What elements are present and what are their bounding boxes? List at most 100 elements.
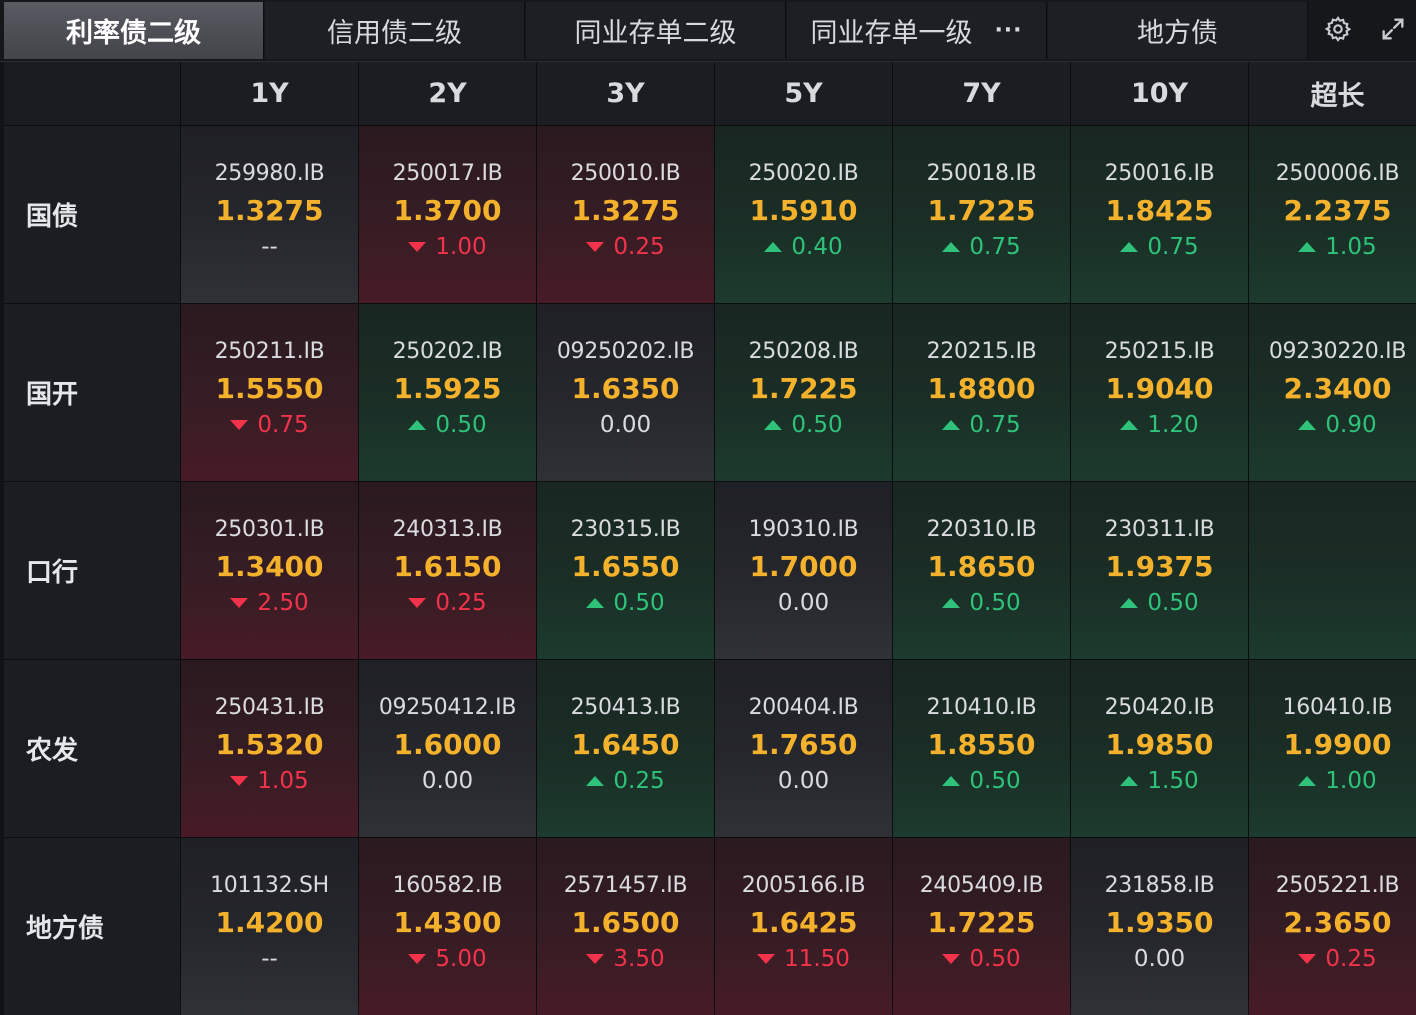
bond-quote-cell[interactable]: 250301.IB 1.3400 2.50 bbox=[181, 482, 358, 659]
bond-quote-cell[interactable]: 230315.IB 1.6550 0.50 bbox=[537, 482, 714, 659]
triangle-up-icon bbox=[1298, 242, 1317, 252]
yield-change-value: -- bbox=[261, 946, 278, 972]
bond-code: 101132.SH bbox=[210, 873, 329, 898]
column-header: 3Y bbox=[537, 62, 714, 125]
yield-change-value: 0.50 bbox=[969, 768, 1021, 794]
bond-yield: 1.7225 bbox=[749, 372, 858, 405]
bond-quote-cell[interactable]: 09230220.IB 2.3400 0.90 bbox=[1249, 304, 1416, 481]
bond-quote-cell[interactable]: 160410.IB 1.9900 1.00 bbox=[1249, 660, 1416, 837]
bond-quote-cell[interactable]: 259980.IB 1.3275 -- bbox=[181, 126, 358, 303]
yield-change-value: 0.75 bbox=[969, 234, 1021, 260]
yield-change: 0.00 bbox=[778, 766, 829, 796]
bond-quote-cell[interactable]: 2571457.IB 1.6500 3.50 bbox=[537, 838, 714, 1015]
bond-quote-cell[interactable]: 220215.IB 1.8800 0.75 bbox=[893, 304, 1070, 481]
bond-quote-cell[interactable]: 250202.IB 1.5925 0.50 bbox=[359, 304, 536, 481]
bond-quote-cell[interactable]: 230311.IB 1.9375 0.50 bbox=[1071, 482, 1248, 659]
tab-label: 利率债二级 bbox=[66, 18, 201, 49]
bond-quote-cell[interactable]: 240313.IB 1.6150 0.25 bbox=[359, 482, 536, 659]
bond-yield: 2.3400 bbox=[1283, 372, 1392, 405]
bond-quote-cell[interactable]: 09250412.IB 1.6000 0.00 bbox=[359, 660, 536, 837]
bond-quote-cell[interactable]: 250215.IB 1.9040 1.20 bbox=[1071, 304, 1248, 481]
yield-change-value: 0.75 bbox=[1147, 234, 1199, 260]
bond-quote-cell[interactable]: 2005166.IB 1.6425 11.50 bbox=[715, 838, 892, 1015]
yield-change-value: 0.90 bbox=[1325, 412, 1377, 438]
triangle-up-icon bbox=[1298, 420, 1317, 430]
yield-change: 0.40 bbox=[764, 232, 843, 262]
bond-quote-cell[interactable]: 250020.IB 1.5910 0.40 bbox=[715, 126, 892, 303]
triangle-up-icon bbox=[1120, 598, 1139, 608]
yield-change: 2.50 bbox=[230, 588, 309, 618]
yield-change: 0.00 bbox=[778, 588, 829, 618]
bond-yield: 1.7650 bbox=[749, 728, 858, 761]
gear-icon[interactable] bbox=[1321, 12, 1355, 46]
tab-credit-bond-secondary[interactable]: 信用债二级 bbox=[265, 2, 525, 59]
yield-change-value: 0.50 bbox=[969, 946, 1021, 972]
triangle-down-icon bbox=[230, 776, 249, 786]
bond-quote-cell[interactable]: 09250202.IB 1.6350 0.00 bbox=[537, 304, 714, 481]
more-options-icon[interactable]: ··· bbox=[994, 18, 1022, 43]
bond-quote-cell[interactable]: 220310.IB 1.8650 0.50 bbox=[893, 482, 1070, 659]
yield-change: 0.00 bbox=[1134, 944, 1185, 974]
triangle-up-icon bbox=[1120, 242, 1139, 252]
yield-change-value: 0.50 bbox=[1147, 590, 1199, 616]
tab-ncd-primary[interactable]: 同业存单一级 ··· bbox=[787, 2, 1047, 59]
bond-quote-cell[interactable]: 160582.IB 1.4300 5.00 bbox=[359, 838, 536, 1015]
bond-quote-cell[interactable]: 190310.IB 1.7000 0.00 bbox=[715, 482, 892, 659]
yield-change: -- bbox=[261, 944, 278, 974]
bond-quote-cell[interactable]: 210410.IB 1.8550 0.50 bbox=[893, 660, 1070, 837]
tab-ncd-secondary[interactable]: 同业存单二级 bbox=[526, 2, 786, 59]
bond-code: 2500006.IB bbox=[1275, 161, 1400, 186]
bond-quote-cell[interactable]: 2505221.IB 2.3650 0.25 bbox=[1249, 838, 1416, 1015]
tab-rate-bond-secondary[interactable]: 利率债二级 bbox=[4, 2, 264, 59]
triangle-up-icon bbox=[408, 420, 427, 430]
bond-quote-cell[interactable]: 250413.IB 1.6450 0.25 bbox=[537, 660, 714, 837]
yield-change: 0.75 bbox=[230, 410, 309, 440]
yield-change-value: 0.50 bbox=[969, 590, 1021, 616]
expand-icon[interactable] bbox=[1376, 12, 1410, 46]
bond-code: 250211.IB bbox=[214, 339, 325, 364]
bond-code: 230311.IB bbox=[1104, 517, 1215, 542]
bond-yield: 1.9040 bbox=[1105, 372, 1214, 405]
yield-change-value: 0.00 bbox=[421, 768, 474, 794]
bond-quote-cell[interactable]: 231858.IB 1.9350 0.00 bbox=[1071, 838, 1248, 1015]
bond-quote-cell[interactable]: 2500006.IB 2.2375 1.05 bbox=[1249, 126, 1416, 303]
bond-quote-cell[interactable]: 250431.IB 1.5320 1.05 bbox=[181, 660, 358, 837]
bond-quote-cell[interactable]: 2405409.IB 1.7225 0.50 bbox=[893, 838, 1070, 1015]
bond-yield: 1.6450 bbox=[571, 728, 680, 761]
bond-code: 09250412.IB bbox=[378, 695, 517, 720]
yield-change-value: 2.50 bbox=[257, 590, 309, 616]
yield-matrix: 1Y 2Y 3Y 5Y 7Y 10Y 超长 国债 259980.IB 1.3275 -- 250017… bbox=[4, 62, 1416, 1015]
bond-yield: 2.3650 bbox=[1283, 906, 1392, 939]
yield-change: 5.00 bbox=[408, 944, 487, 974]
bond-quote-cell[interactable]: 101132.SH 1.4200 -- bbox=[181, 838, 358, 1015]
bond-yield: 1.8550 bbox=[927, 728, 1036, 761]
yield-change: 0.25 bbox=[408, 588, 487, 618]
bond-yield: 1.9375 bbox=[1105, 550, 1214, 583]
bond-yield: 1.3275 bbox=[215, 194, 324, 227]
tab-local-gov-bond[interactable]: 地方债 bbox=[1048, 2, 1308, 59]
bond-quote-cell[interactable]: 250018.IB 1.7225 0.75 bbox=[893, 126, 1070, 303]
tab-label: 同业存单一级 bbox=[810, 18, 973, 49]
bond-quote-cell[interactable]: 200404.IB 1.7650 0.00 bbox=[715, 660, 892, 837]
bond-yield: 1.3400 bbox=[215, 550, 324, 583]
yield-change: 0.75 bbox=[942, 232, 1021, 262]
triangle-down-icon bbox=[408, 954, 427, 964]
bond-yield: 1.7225 bbox=[927, 906, 1036, 939]
triangle-up-icon bbox=[942, 598, 961, 608]
bond-yield: 1.8800 bbox=[927, 372, 1036, 405]
tab-label: 信用债二级 bbox=[327, 18, 462, 49]
bond-code: 09250202.IB bbox=[556, 339, 695, 364]
yield-change: -- bbox=[261, 232, 278, 262]
triangle-down-icon bbox=[230, 598, 249, 608]
yield-change: 0.75 bbox=[942, 410, 1021, 440]
bond-quote-cell[interactable]: 250017.IB 1.3700 1.00 bbox=[359, 126, 536, 303]
bond-quote-cell[interactable]: 250208.IB 1.7225 0.50 bbox=[715, 304, 892, 481]
bond-code: 160582.IB bbox=[392, 873, 503, 898]
bond-quote-cell[interactable]: 250010.IB 1.3275 0.25 bbox=[537, 126, 714, 303]
bond-yield: 1.6000 bbox=[393, 728, 502, 761]
bond-quote-cell[interactable]: 250016.IB 1.8425 0.75 bbox=[1071, 126, 1248, 303]
bond-code: 259980.IB bbox=[214, 161, 325, 186]
bond-quote-cell[interactable]: 250211.IB 1.5550 0.75 bbox=[181, 304, 358, 481]
row-label: 国债 bbox=[4, 126, 180, 303]
bond-quote-cell[interactable]: 250420.IB 1.9850 1.50 bbox=[1071, 660, 1248, 837]
